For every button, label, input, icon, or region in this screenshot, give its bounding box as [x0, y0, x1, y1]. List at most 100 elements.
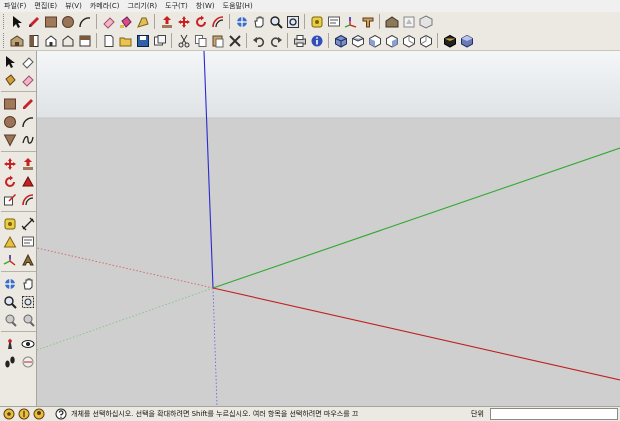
undo-icon[interactable] [250, 32, 267, 49]
zoom-icon[interactable] [1, 293, 18, 310]
pan-icon[interactable] [19, 275, 36, 292]
dimension-icon[interactable] [19, 215, 36, 232]
scene-canvas[interactable] [37, 51, 620, 406]
xray-icon[interactable] [441, 32, 458, 49]
push-pull-icon[interactable] [158, 13, 175, 30]
rectangle-icon[interactable] [1, 95, 18, 112]
push-pull-icon[interactable] [19, 155, 36, 172]
redo-icon[interactable] [267, 32, 284, 49]
warehouse-icon[interactable] [383, 13, 400, 30]
text-icon[interactable] [325, 13, 342, 30]
select-icon[interactable] [8, 13, 25, 30]
toolbar-separator [96, 14, 97, 29]
drawing-viewport[interactable] [37, 51, 620, 406]
window-icon[interactable] [76, 32, 93, 49]
axes-icon[interactable] [1, 251, 18, 268]
select-icon[interactable] [1, 53, 18, 70]
components-icon[interactable] [417, 13, 434, 30]
toolbar-grip[interactable] [3, 14, 6, 29]
protractor-icon[interactable] [1, 233, 18, 250]
rotate-icon[interactable] [1, 173, 18, 190]
save-icon[interactable] [134, 32, 151, 49]
toolbar-grip[interactable] [3, 33, 6, 48]
eraser-pink-icon[interactable] [19, 71, 36, 88]
text-icon[interactable] [19, 233, 36, 250]
get-models-icon[interactable] [8, 32, 25, 49]
back-view-icon[interactable] [400, 32, 417, 49]
zoom-extents-icon[interactable] [284, 13, 301, 30]
follow-me-icon[interactable] [19, 173, 36, 190]
right-view-icon[interactable] [383, 32, 400, 49]
look-around-icon[interactable] [19, 335, 36, 352]
pencil-icon[interactable] [25, 13, 42, 30]
section-plane-icon[interactable] [19, 353, 36, 370]
freehand-icon[interactable] [19, 131, 36, 148]
pan-icon[interactable] [250, 13, 267, 30]
user-icon[interactable] [33, 408, 45, 420]
circle-icon[interactable] [1, 113, 18, 130]
eraser-icon[interactable] [19, 53, 36, 70]
menu-file[interactable]: 파일(F) [4, 1, 26, 11]
menu-window[interactable]: 창(W) [196, 1, 215, 11]
polygon-icon[interactable] [1, 131, 18, 148]
model-info-icon[interactable] [308, 32, 325, 49]
pencil-icon[interactable] [19, 95, 36, 112]
menu-edit[interactable]: 편집(E) [34, 1, 57, 11]
open-file-icon[interactable] [117, 32, 134, 49]
cut-icon[interactable] [175, 32, 192, 49]
rectangle-icon[interactable] [42, 13, 59, 30]
new-file-icon[interactable] [100, 32, 117, 49]
rotate-icon[interactable] [192, 13, 209, 30]
menu-view[interactable]: 뷰(V) [65, 1, 82, 11]
move-icon[interactable] [175, 13, 192, 30]
house-outline-icon[interactable] [59, 32, 76, 49]
share-model-icon[interactable] [400, 13, 417, 30]
menu-camera[interactable]: 카메라(C) [90, 1, 120, 11]
print-icon[interactable] [291, 32, 308, 49]
eraser-icon[interactable] [100, 13, 117, 30]
3d-text-icon[interactable] [359, 13, 376, 30]
scale-icon[interactable] [1, 191, 18, 208]
geo-location-icon[interactable] [3, 408, 15, 420]
arc-icon[interactable] [19, 113, 36, 130]
shaded-icon[interactable] [458, 32, 475, 49]
left-view-icon[interactable] [417, 32, 434, 49]
measurements-label: 단위 [471, 410, 484, 418]
previous-view-icon[interactable] [1, 311, 18, 328]
tape-measure-icon[interactable] [1, 215, 18, 232]
make-component-icon[interactable] [151, 32, 168, 49]
arc-icon[interactable] [76, 13, 93, 30]
door-icon[interactable] [25, 32, 42, 49]
iso-view-icon[interactable] [332, 32, 349, 49]
offset-icon[interactable] [209, 13, 226, 30]
tape-measure-icon[interactable] [308, 13, 325, 30]
move-icon[interactable] [1, 155, 18, 172]
front-view-icon[interactable] [366, 32, 383, 49]
toolbar-separator [437, 33, 438, 48]
menu-help[interactable]: 도움말(H) [223, 1, 253, 11]
3d-text-icon[interactable] [19, 251, 36, 268]
help-icon[interactable] [55, 408, 67, 420]
axes-icon[interactable] [342, 13, 359, 30]
zoom-icon[interactable] [267, 13, 284, 30]
position-camera-icon[interactable] [1, 335, 18, 352]
paste-icon[interactable] [209, 32, 226, 49]
offset-icon[interactable] [19, 191, 36, 208]
copy-icon[interactable] [192, 32, 209, 49]
top-view-icon[interactable] [349, 32, 366, 49]
circle-icon[interactable] [59, 13, 76, 30]
walk-icon[interactable] [1, 353, 18, 370]
orbit-icon[interactable] [233, 13, 250, 30]
menu-tools[interactable]: 도구(T) [165, 1, 188, 11]
paint-bucket-icon[interactable] [1, 71, 18, 88]
house-icon[interactable] [42, 32, 59, 49]
zoom-window-icon[interactable] [19, 293, 36, 310]
measurements-input[interactable] [490, 408, 618, 420]
credits-icon[interactable] [18, 408, 30, 420]
zoom-extents-icon[interactable] [19, 311, 36, 328]
paint-bucket-icon[interactable] [117, 13, 134, 30]
menu-draw[interactable]: 그리기(R) [128, 1, 158, 11]
delete-icon[interactable] [226, 32, 243, 49]
orbit-icon[interactable] [1, 275, 18, 292]
paint-tape-icon[interactable] [134, 13, 151, 30]
